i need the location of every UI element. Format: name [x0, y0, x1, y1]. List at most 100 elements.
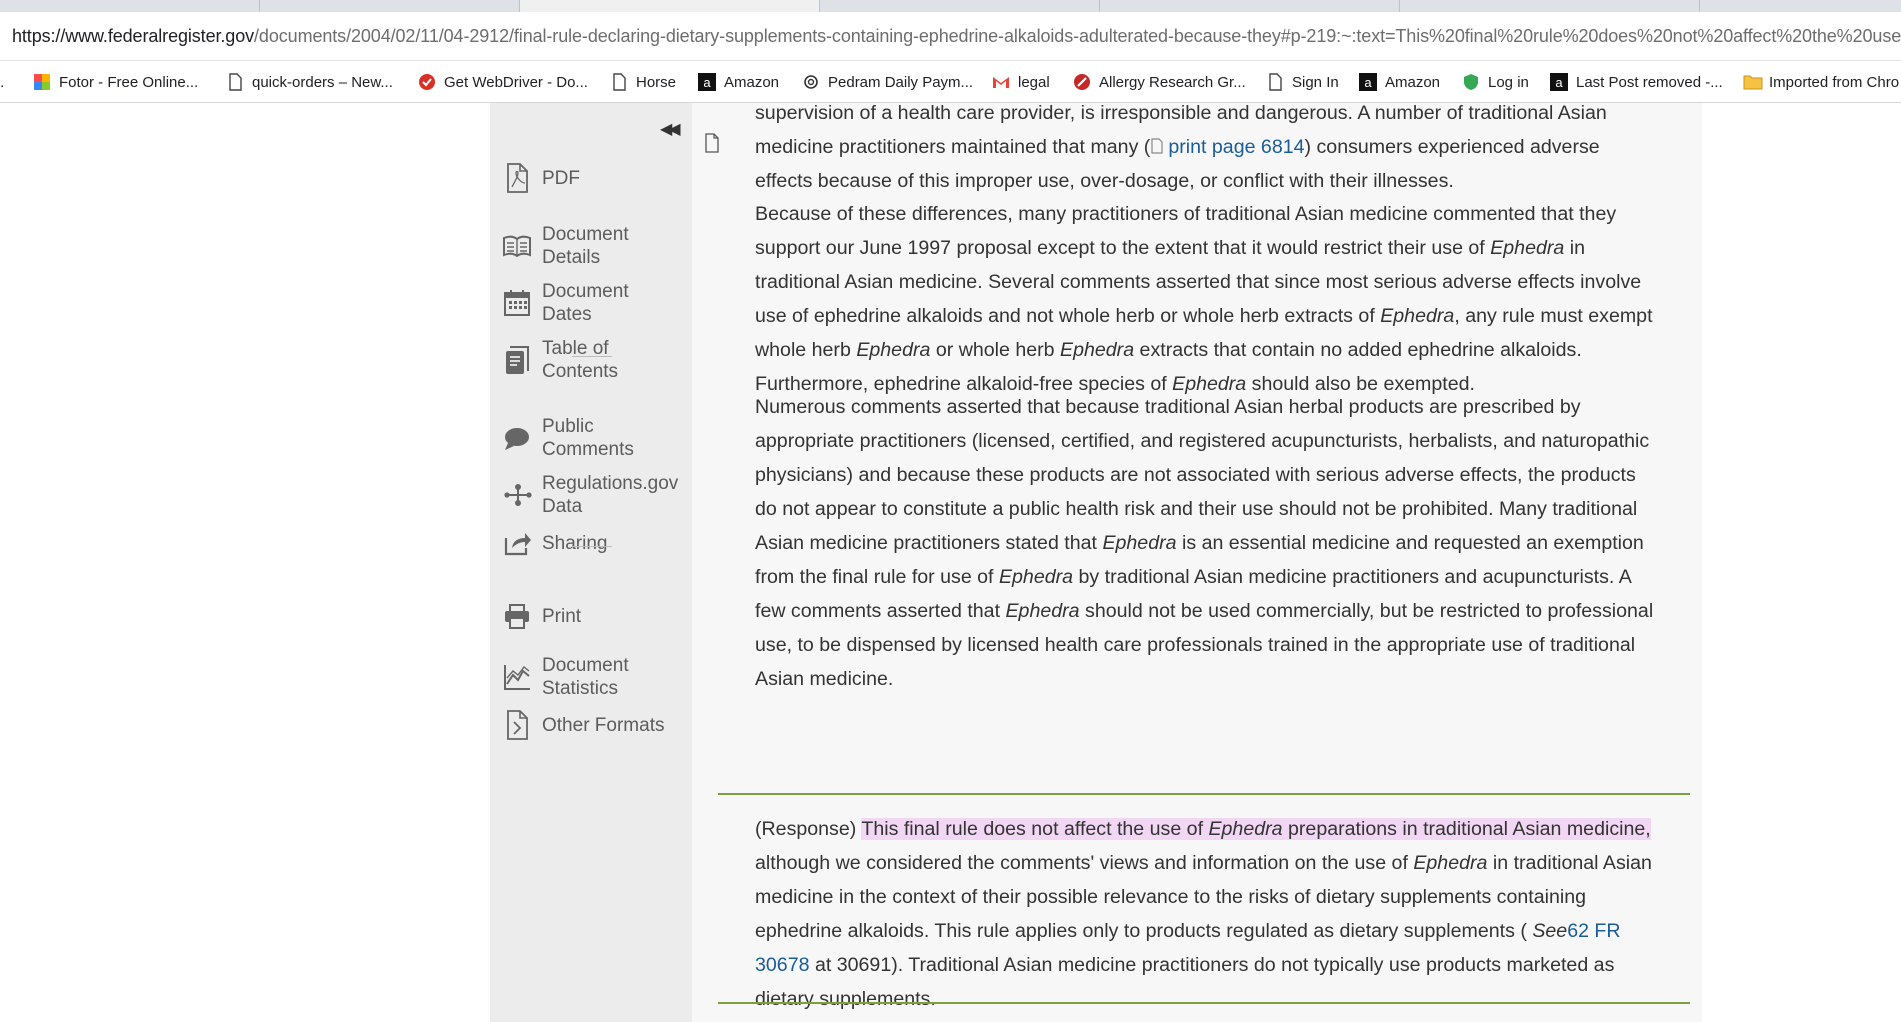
bookmark-item[interactable]: Log in — [1462, 71, 1529, 93]
sidebar-item-table-of-contents[interactable]: Table of Contents — [502, 337, 688, 383]
sidebar-item-label: Table of Contents — [542, 338, 619, 382]
bookmark-label: Log in — [1488, 73, 1529, 91]
text-line: appropriate practitioners (licensed, cer… — [755, 430, 1650, 452]
text-run: Ephedra — [1380, 305, 1455, 327]
text-line: 30678 at 30691). Traditional Asian medic… — [755, 948, 1680, 982]
text-run: , any rule must exempt — [1454, 305, 1653, 327]
gmail-icon — [992, 73, 1010, 91]
sidebar-item-label: Print — [542, 605, 582, 627]
bookmark-item[interactable]: Fotor - Free Online... — [33, 71, 198, 93]
tab-strip — [0, 0, 1901, 12]
bookmark-item[interactable]: Get WebDriver - Do... — [418, 71, 588, 93]
text-line: medicine practitioners maintained that m… — [755, 130, 1680, 164]
bookmark-item[interactable]: Horse — [610, 71, 676, 93]
bookmark-item[interactable]: a Amazon — [1359, 71, 1440, 93]
book-icon — [503, 235, 531, 258]
chart-icon — [504, 665, 530, 690]
sidebar-item-sharing[interactable]: Sharing — [502, 526, 688, 560]
browser-tab[interactable] — [1100, 0, 1400, 12]
url-text[interactable]: https://www.federalregister.gov/document… — [12, 26, 1901, 47]
bookmark-item[interactable]: quick-orders – New... — [226, 71, 393, 93]
bookmark-label: Pedram Daily Paym... — [828, 73, 974, 91]
browser-tab[interactable] — [520, 0, 820, 12]
svg-text:a: a — [703, 75, 711, 90]
bookmark-item[interactable]: legal — [992, 71, 1050, 93]
browser-tab[interactable] — [1400, 0, 1700, 12]
amazon-icon: a — [1359, 73, 1377, 91]
bookmark-item[interactable]: Allergy Research Gr... — [1073, 71, 1246, 93]
browser-tab[interactable] — [260, 0, 520, 12]
sidebar-item-document-dates[interactable]: Document Dates — [502, 280, 688, 326]
page-icon — [1151, 138, 1163, 154]
text-line: from the final rule for use of Ephedra b… — [755, 560, 1680, 594]
text-run: Ephedra — [998, 566, 1074, 588]
text-run: See — [1532, 920, 1568, 942]
sidebar-item-label: Sharing — [542, 532, 608, 554]
sidebar-item-regulations-gov-data[interactable]: Regulations.gov Data — [502, 472, 688, 518]
text-run: Ephedra — [1060, 339, 1135, 361]
citation-link[interactable]: 30678 — [755, 954, 810, 976]
sidebar-item-label: PDF — [542, 167, 580, 189]
document-icon[interactable] — [704, 133, 720, 153]
sidebar-item-other-formats[interactable]: Other Formats — [502, 708, 688, 742]
address-bar[interactable]: https://www.federalregister.gov/document… — [0, 12, 1901, 61]
sidebar-item-pdf[interactable]: PDF — [502, 161, 688, 195]
citation-link[interactable]: 62 FR — [1567, 920, 1620, 942]
print-page-link[interactable]: print page 6814 — [1150, 136, 1305, 158]
sidebar-item-label: Public Comments — [542, 416, 634, 460]
text-run: Asian medicine practitioners stated that — [755, 532, 1103, 554]
sidebar-divider — [572, 356, 612, 357]
bookmark-label: Allergy Research Gr... — [1099, 73, 1246, 91]
sidebar-item-print[interactable]: Print — [502, 599, 688, 633]
text-line: ephedrine alkaloids. This rule applies o… — [755, 914, 1680, 948]
browser-tab[interactable] — [0, 0, 260, 12]
page-viewport: ◀◀ PDF Document Details Document Dates T… — [0, 102, 1901, 1022]
sidebar-item-document-details[interactable]: Document Details — [502, 223, 688, 269]
amazon-icon: a — [698, 73, 716, 91]
text-run: use of ephedrine alkaloids and not whole… — [755, 305, 1381, 327]
share-nodes-icon — [504, 484, 532, 506]
text-run: should not be used commercially, but be … — [1079, 600, 1654, 622]
text-run: ) consumers experienced adverse — [1304, 136, 1600, 158]
bookmark-item[interactable]: Imported from Chro — [1743, 71, 1899, 93]
bookmark-item[interactable]: Sign In — [1266, 71, 1339, 93]
svg-text:a: a — [1555, 75, 1563, 90]
sidebar-item-label: Document Details — [542, 224, 629, 268]
bookmark-item[interactable]: Pedram Daily Paym... — [802, 71, 973, 93]
text-line: physicians) and because these products a… — [755, 464, 1636, 486]
share-icon — [504, 533, 531, 556]
allergy-icon — [1073, 73, 1091, 91]
bookmark-label: Amazon — [1385, 73, 1441, 91]
response-top-rule — [718, 793, 1690, 795]
bookmark-label: Get WebDriver - Do... — [444, 73, 588, 91]
text-run: Ephedra — [1102, 532, 1177, 554]
svg-text:a: a — [1364, 75, 1372, 90]
text-line: Asian medicine practitioners stated that… — [755, 526, 1680, 560]
text-line: use, to be dispensed by licensed health … — [755, 634, 1636, 656]
browser-tab[interactable] — [820, 0, 1100, 12]
text-line: (Response) This final rule does not affe… — [755, 812, 1680, 846]
text-run: in — [1564, 237, 1585, 259]
bookmark-item[interactable]: a Amazon — [698, 71, 779, 93]
bookmark-item[interactable]: a Last Post removed -... — [1550, 71, 1723, 93]
page-icon — [610, 73, 628, 91]
shield-icon — [1462, 73, 1480, 91]
text-run: preparations in traditional Asian medici… — [1282, 818, 1651, 840]
text-run: Ephedra — [1413, 852, 1488, 874]
bookmark-label: Last Post removed -... — [1576, 73, 1723, 91]
text-run: (Response) — [755, 818, 862, 840]
sidebar-item-public-comments[interactable]: Public Comments — [502, 415, 688, 461]
collapse-sidebar-button[interactable]: ◀◀ — [660, 119, 681, 139]
bookmark-label: quick-orders – New... — [252, 73, 393, 91]
text-run: Ephedra — [1005, 600, 1080, 622]
sidebar-item-document-statistics[interactable]: Document Statistics — [502, 654, 688, 700]
amazon-icon: a — [1550, 73, 1568, 91]
bookmark-overflow[interactable]: .. — [0, 71, 4, 93]
text-run: Ephedra — [1490, 237, 1565, 259]
text-line: effects because of this improper use, ov… — [755, 170, 1454, 192]
highlighted-text: This final rule does not affect the use … — [861, 818, 1651, 840]
text-run: in traditional Asian — [1487, 852, 1652, 874]
text-run: or whole herb — [930, 339, 1061, 361]
text-run: although we considered the comments' vie… — [755, 852, 1414, 874]
text-line: use of ephedrine alkaloids and not whole… — [755, 299, 1680, 333]
